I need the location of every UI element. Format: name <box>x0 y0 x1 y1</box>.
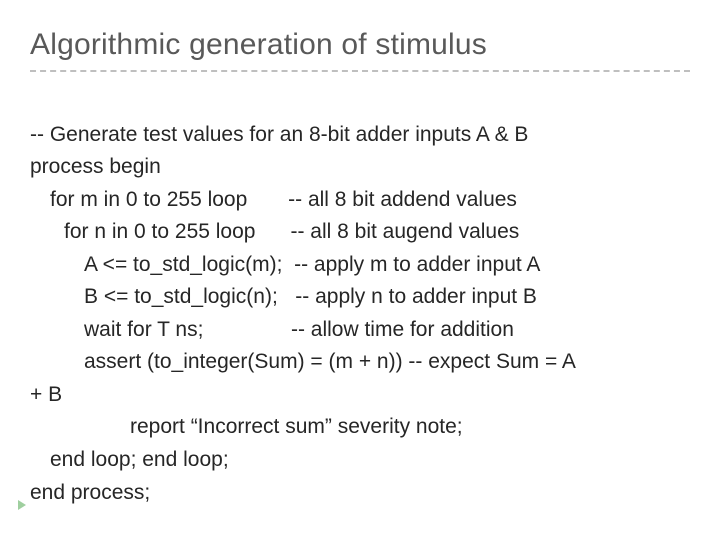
code-line: for n in 0 to 255 loop -- all 8 bit auge… <box>30 216 519 249</box>
code-line: -- Generate test values for an 8-bit add… <box>30 123 528 146</box>
bullet-icon <box>18 500 26 510</box>
code-line: process begin <box>30 155 161 178</box>
code-line: end process; <box>30 481 150 504</box>
code-line: + B <box>30 383 62 406</box>
slide: Algorithmic generation of stimulus -- Ge… <box>0 0 720 540</box>
code-line: wait for T ns; -- allow time for additio… <box>30 314 514 347</box>
code-line: A <= to_std_logic(m); -- apply m to adde… <box>30 249 540 282</box>
code-line: end loop; end loop; <box>30 444 229 477</box>
slide-title: Algorithmic generation of stimulus <box>30 28 690 62</box>
code-block: -- Generate test values for an 8-bit add… <box>30 86 690 509</box>
code-line: B <= to_std_logic(n); -- apply n to adde… <box>30 281 537 314</box>
code-line: report “Incorrect sum” severity note; <box>30 411 463 444</box>
code-line: for m in 0 to 255 loop -- all 8 bit adde… <box>30 184 517 217</box>
title-divider <box>30 70 690 72</box>
code-line: assert (to_integer(Sum) = (m + n)) -- ex… <box>30 346 576 379</box>
